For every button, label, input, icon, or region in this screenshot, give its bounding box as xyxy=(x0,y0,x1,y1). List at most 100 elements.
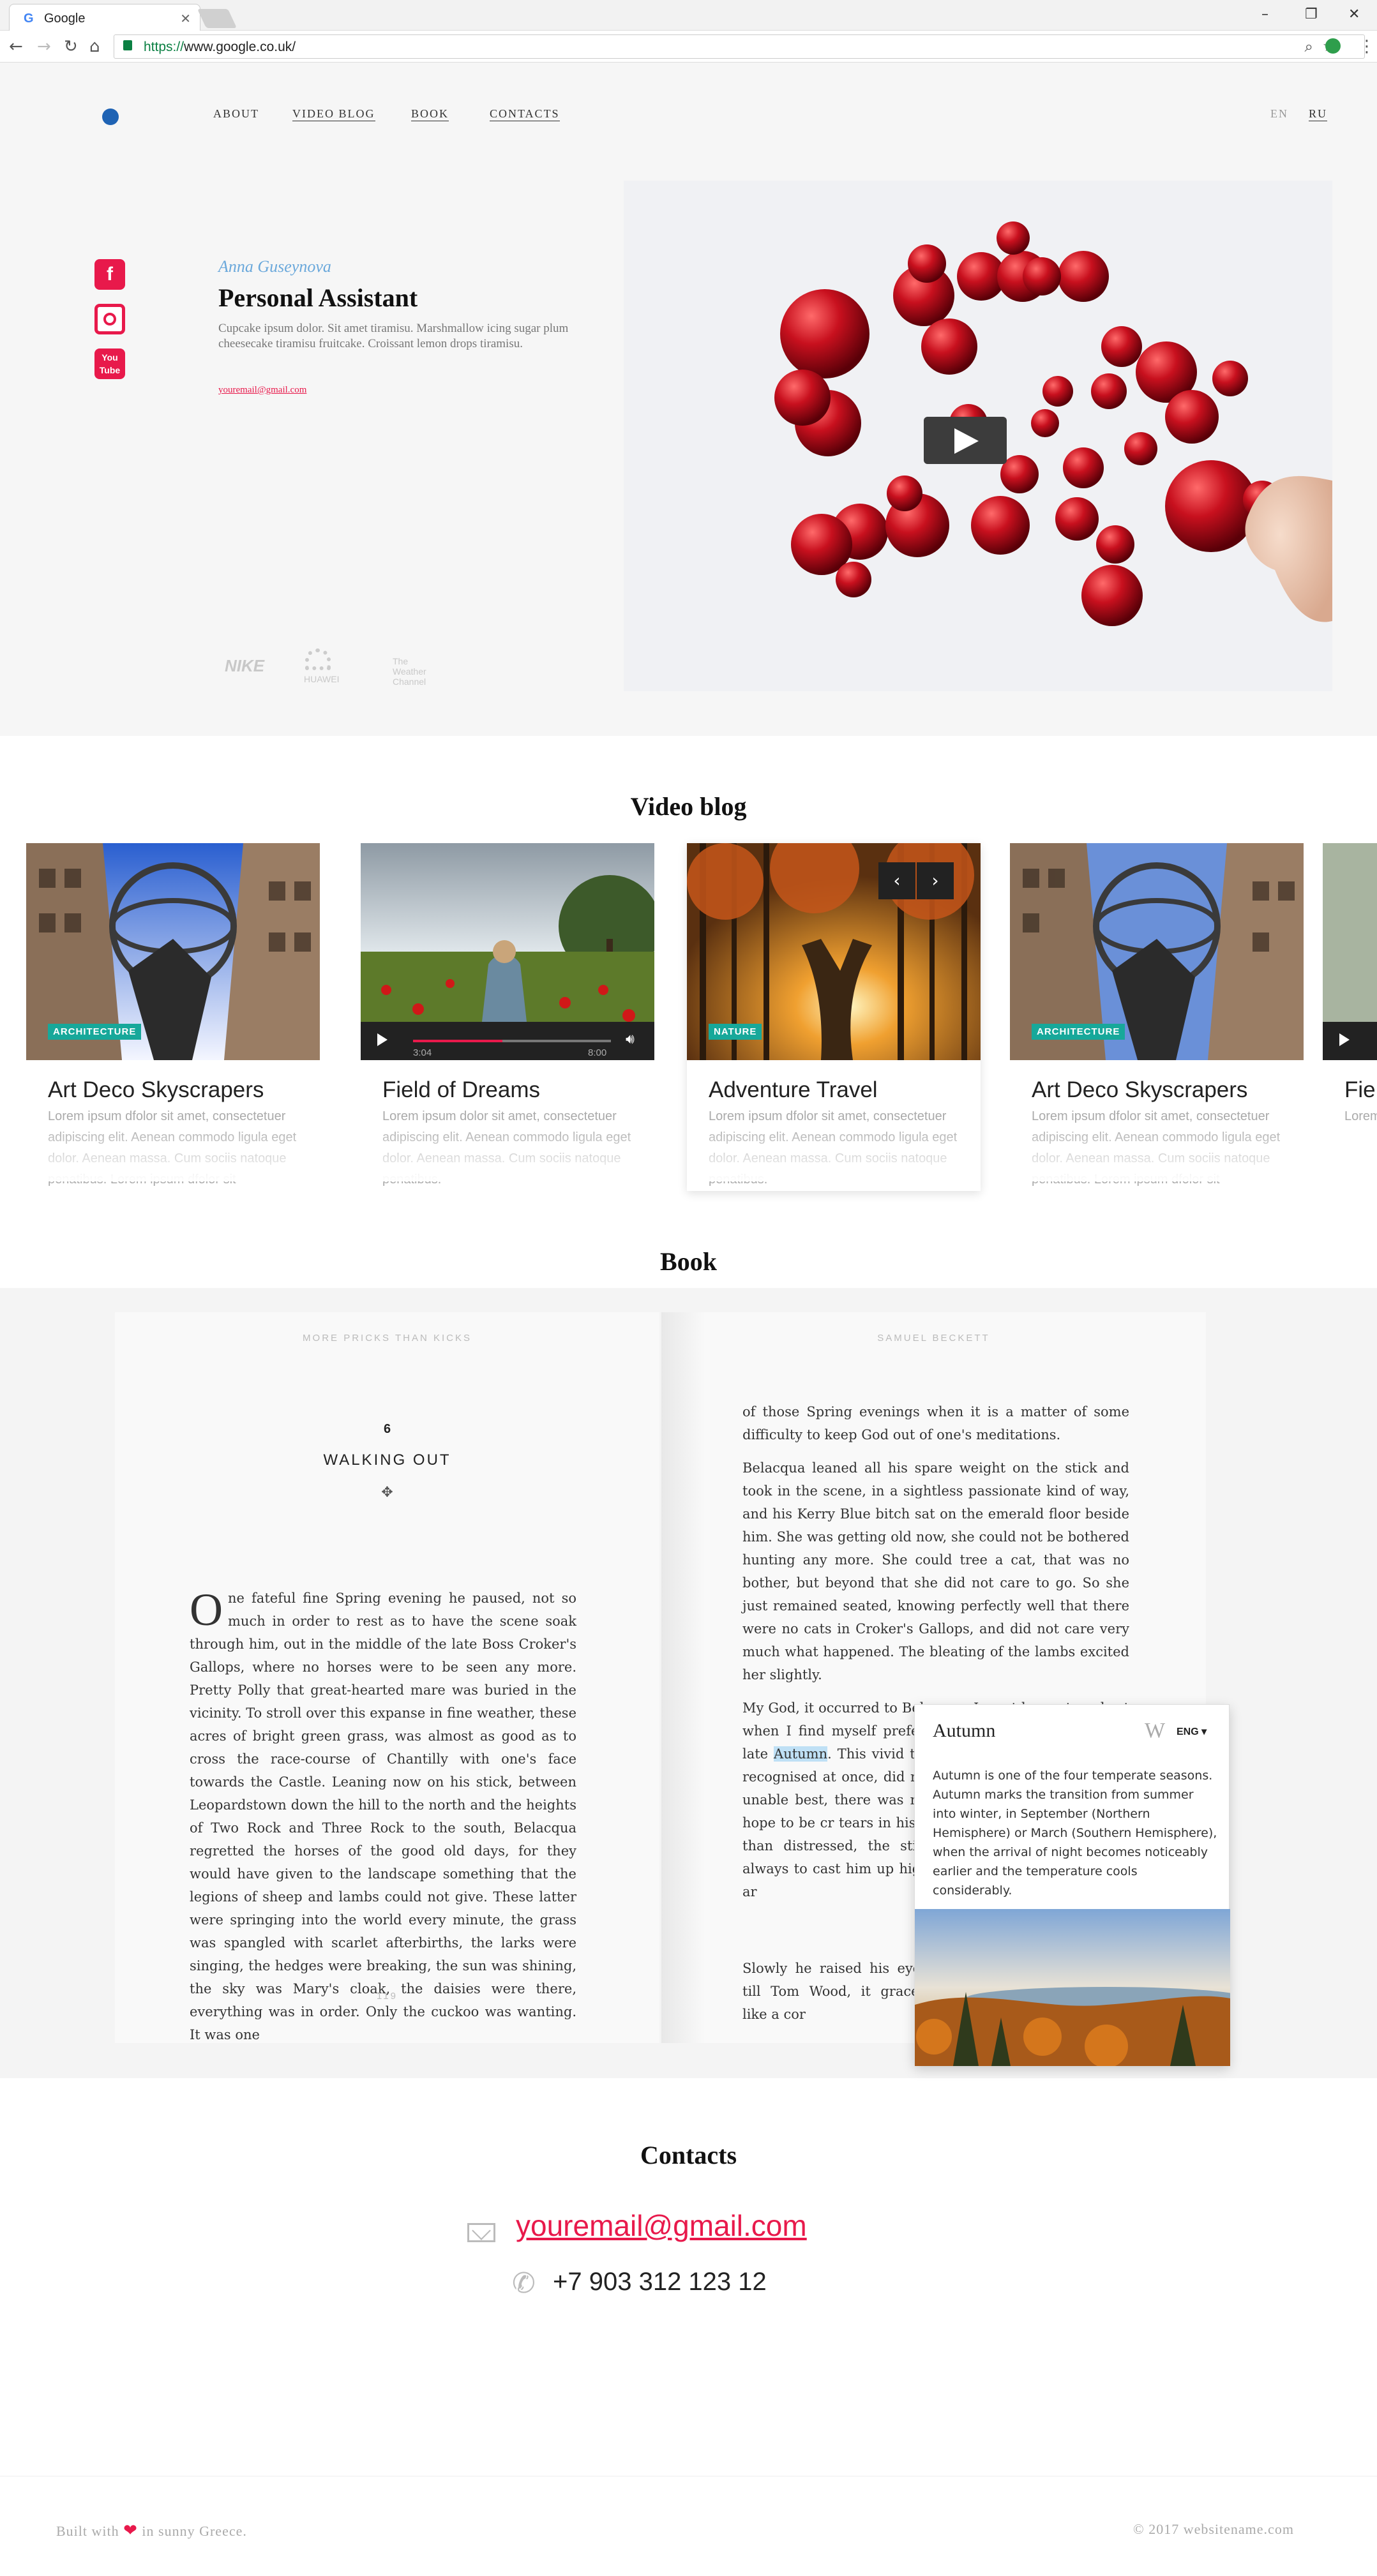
hero-section: ABOUT VIDEO BLOG BOOK CONTACTS EN RU f Y… xyxy=(0,63,1377,736)
carousel-next-button[interactable]: › xyxy=(917,862,954,899)
footer-credit-end: in sunny Greece. xyxy=(142,2523,247,2539)
author-name: Anna Guseynova xyxy=(218,257,331,276)
video-card[interactable]: ‹ › NATURE Adventure Travel Lorem ipsum … xyxy=(687,843,981,1191)
contact-phone: +7 903 312 123 12 xyxy=(553,2268,767,2296)
video-card[interactable]: Fie Lorem ad eget xyxy=(1323,843,1377,1175)
menu-icon[interactable]: ⋮ xyxy=(1358,37,1375,56)
card-fade xyxy=(687,1124,981,1181)
play-icon[interactable] xyxy=(377,1033,388,1046)
language-value: ENG xyxy=(1177,1726,1199,1737)
video-seek-bar[interactable] xyxy=(413,1040,611,1042)
hero-title: Personal Assistant xyxy=(218,283,418,312)
card-fade xyxy=(26,1124,320,1181)
left-page-text: ne fateful fine Spring evening he paused… xyxy=(190,1591,576,2042)
volume-icon[interactable]: 🔊︎ xyxy=(626,1031,635,1047)
category-badge[interactable]: ARCHITECTURE xyxy=(48,1024,142,1040)
card-title[interactable]: Fie xyxy=(1344,1077,1376,1103)
paragraph: Belacqua leaned all his spare weight on … xyxy=(742,1460,1129,1682)
restore-icon[interactable]: ❐ xyxy=(1305,6,1318,22)
category-badge[interactable]: NATURE xyxy=(709,1024,762,1040)
hero-description: Cupcake ipsum dolor. Sit amet tiramisu. … xyxy=(218,322,569,350)
hero-video[interactable] xyxy=(624,181,1332,691)
chapter-number: 6 xyxy=(383,1422,391,1436)
ornament-icon: ✥ xyxy=(381,1485,393,1501)
card-title[interactable]: Art Deco Skyscrapers xyxy=(1032,1077,1247,1103)
home-icon[interactable]: ⌂ xyxy=(89,37,100,56)
close-tab-icon[interactable]: ✕ xyxy=(180,11,191,27)
play-button[interactable] xyxy=(924,417,1007,464)
highlighted-word[interactable]: Autumn xyxy=(774,1746,828,1762)
heart-icon: ❤ xyxy=(123,2521,138,2540)
chapter-text: One fateful fine Spring evening he pause… xyxy=(190,1587,576,2046)
popup-text: Autumn is one of the four temperate seas… xyxy=(933,1769,1217,1898)
running-head-right: SAMUEL BECKETT xyxy=(877,1333,990,1344)
tab-title: Google xyxy=(44,11,86,26)
video-controls xyxy=(1323,1022,1377,1060)
back-icon[interactable]: ← xyxy=(9,37,23,56)
card-title[interactable]: Art Deco Skyscrapers xyxy=(48,1077,264,1103)
lang-ru[interactable]: RU xyxy=(1309,107,1328,121)
lang-en[interactable]: EN xyxy=(1270,107,1288,121)
forward-icon[interactable]: → xyxy=(37,37,51,56)
popup-title: Autumn xyxy=(933,1720,996,1741)
nav-about[interactable]: ABOUT xyxy=(213,107,259,121)
video-card[interactable]: ARCHITECTURE Art Deco Skyscrapers Lorem … xyxy=(1010,843,1304,1187)
nav-video-blog[interactable]: VIDEO BLOG xyxy=(292,107,375,121)
card-title[interactable]: Adventure Travel xyxy=(709,1077,878,1103)
mail-icon xyxy=(467,2221,495,2242)
brand-huawei: HUAWEI xyxy=(304,674,340,684)
address-bar-row: ← → ↻ ⌂ https://www.google.co.uk/ ⌕ ☆ ⋮ xyxy=(0,31,1377,63)
youtube-icon[interactable]: You Tube xyxy=(94,348,125,379)
extension-icon[interactable] xyxy=(1325,38,1341,54)
minimize-icon[interactable]: – xyxy=(1261,6,1268,22)
instagram-icon[interactable] xyxy=(94,304,125,334)
chapter-title: WALKING OUT xyxy=(323,1451,451,1469)
new-tab-button[interactable] xyxy=(197,9,237,28)
drop-cap: O xyxy=(190,1584,223,1635)
google-favicon-icon: G xyxy=(24,11,34,26)
contact-email-link[interactable]: youremail@gmail.com xyxy=(516,2208,807,2243)
huawei-logo-icon xyxy=(305,648,331,670)
browser-tab[interactable]: G Google ✕ xyxy=(9,4,200,31)
nav-book[interactable]: BOOK xyxy=(411,107,449,121)
brand-nike: NIKE xyxy=(225,656,265,675)
video-progress xyxy=(413,1040,502,1042)
phone-icon: ✆ xyxy=(512,2267,536,2300)
play-icon[interactable] xyxy=(1339,1033,1350,1046)
close-window-icon[interactable]: ✕ xyxy=(1348,6,1360,22)
time-current: 3:04 xyxy=(413,1047,432,1058)
contacts-title: Contacts xyxy=(640,2141,737,2169)
carousel-prev-button[interactable]: ‹ xyxy=(878,862,915,899)
wiki-popup[interactable]: Autumn W ENG ▾ Autumn is one of the four… xyxy=(914,1704,1230,2066)
video-card[interactable]: ARCHITECTURE Art Deco Skyscrapers Lorem … xyxy=(26,843,320,1187)
brand-weather-channel: The Weather Channel xyxy=(393,656,426,687)
language-select[interactable]: ENG ▾ xyxy=(1177,1725,1207,1738)
reload-icon[interactable]: ↻ xyxy=(64,37,78,56)
video-blog-title: Video blog xyxy=(630,792,747,821)
lock-icon xyxy=(123,40,132,50)
nav-contacts[interactable]: CONTACTS xyxy=(490,107,560,121)
card-fade xyxy=(361,1124,654,1181)
paragraph: Slowly he raised his eyes till Tom Wood,… xyxy=(742,1961,928,2022)
category-badge[interactable]: ARCHITECTURE xyxy=(1032,1024,1125,1040)
browser-tab-bar: G Google ✕ – ❐ ✕ xyxy=(0,0,1377,31)
time-total: 8:00 xyxy=(588,1047,607,1058)
video-controls: 3:04 8:00 🔊︎ xyxy=(361,1022,654,1060)
url-host: www.google.co.uk/ xyxy=(184,40,296,54)
url-input[interactable]: https://www.google.co.uk/ ⌕ ☆ xyxy=(114,34,1365,59)
running-head-left: MORE PRICKS THAN KICKS xyxy=(303,1333,472,1344)
hero-email-link[interactable]: youremail@gmail.com xyxy=(218,385,306,396)
book-title: Book xyxy=(660,1247,717,1276)
footer-credit-start: Built with xyxy=(56,2523,119,2539)
card-text: Lorem ad eget xyxy=(1344,1109,1377,1123)
site-logo[interactable] xyxy=(102,109,119,125)
card-fade xyxy=(1010,1124,1304,1181)
footer-credit: Built with ❤ in sunny Greece. xyxy=(56,2521,247,2540)
video-card[interactable]: 3:04 8:00 🔊︎ Field of Dreams Lorem ipsum… xyxy=(361,843,654,1187)
search-icon[interactable]: ⌕ xyxy=(1305,38,1313,56)
card-title[interactable]: Field of Dreams xyxy=(382,1077,540,1103)
page-number: 119 xyxy=(377,1991,398,2002)
facebook-icon[interactable]: f xyxy=(94,259,125,290)
book-left-page: MORE PRICKS THAN KICKS 6 WALKING OUT ✥ O… xyxy=(115,1312,659,2043)
page: ABOUT VIDEO BLOG BOOK CONTACTS EN RU f Y… xyxy=(0,63,1377,2576)
